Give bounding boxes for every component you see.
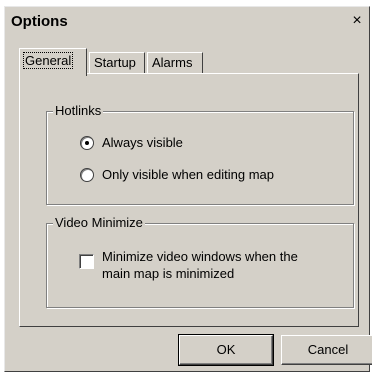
minimize-video-checkbox-option[interactable]: Minimize video windows when the main map… [79, 248, 298, 282]
video-minimize-groupbox: Video Minimize Minimize video windows wh… [46, 215, 354, 308]
minimize-video-label-line2: main map is minimized [102, 266, 235, 281]
always-visible-label: Always visible [102, 135, 183, 150]
tab-general-label: General [22, 52, 74, 69]
only-visible-editing-radio[interactable] [80, 168, 94, 182]
cancel-button[interactable]: Cancel [281, 335, 372, 365]
minimize-video-label-line1: Minimize video windows when the [102, 249, 298, 264]
tab-general[interactable]: General [19, 48, 87, 76]
ok-button[interactable]: OK [178, 334, 274, 366]
hotlinks-legend: Hotlinks [53, 103, 104, 118]
always-visible-radio[interactable] [80, 136, 94, 150]
minimize-video-label: Minimize video windows when the main map… [102, 248, 298, 282]
tab-startup[interactable]: Startup [89, 52, 145, 74]
minimize-video-checkbox[interactable] [79, 254, 94, 269]
tab-alarms-label: Alarms [152, 55, 193, 70]
options-dialog: Options × General Startup Alarms Hotlink… [4, 6, 372, 372]
dialog-title: Options [11, 13, 68, 30]
close-icon[interactable]: × [347, 11, 367, 31]
general-tab-panel: Hotlinks Always visible Only visible whe… [19, 73, 359, 327]
title-bar: Options × [5, 7, 369, 35]
hotlinks-groupbox: Hotlinks Always visible Only visible whe… [46, 103, 354, 205]
only-visible-editing-label: Only visible when editing map [102, 167, 274, 182]
video-minimize-legend: Video Minimize [53, 215, 145, 230]
tab-alarms[interactable]: Alarms [147, 52, 203, 74]
tab-startup-label: Startup [94, 55, 136, 70]
always-visible-radio-option[interactable]: Always visible [80, 134, 183, 151]
only-visible-editing-radio-option[interactable]: Only visible when editing map [80, 166, 274, 183]
